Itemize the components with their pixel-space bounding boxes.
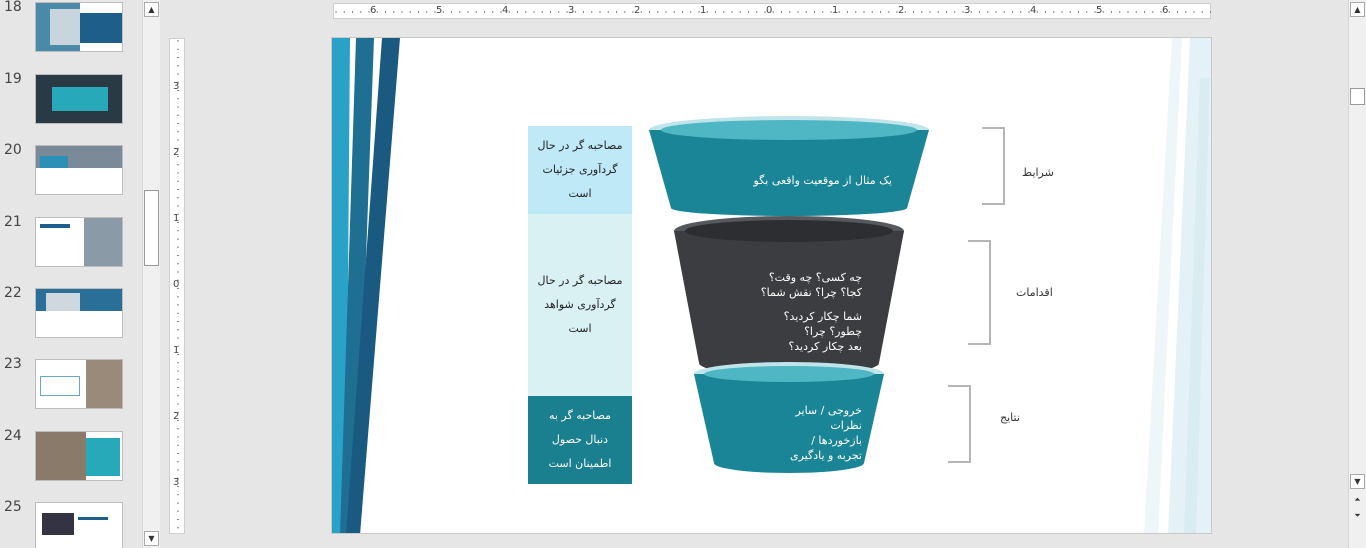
label-results: نتایج (1000, 411, 1020, 424)
slide-thumbnail[interactable] (35, 359, 123, 409)
stage-box-details[interactable]: مصاحبه گر در حال گردآوری جزئیات است (528, 126, 632, 214)
ruler-ticks (335, 11, 1211, 13)
funnel-bottom-text: خروجی / سایر نظرات بازخوردها / تجربه و ی… (762, 403, 862, 463)
slide-thumbnail[interactable] (35, 74, 123, 124)
funnel-middle-opening (685, 220, 893, 242)
vertical-ruler: 3 2 1 0 1 2 3 (169, 38, 185, 534)
slide-number: 21 (4, 214, 22, 230)
ruler-label: 2 (173, 411, 180, 422)
slide-number: 24 (4, 428, 22, 444)
ruler-label: 4 (502, 5, 509, 16)
stage-text: مصاحبه گر به دنبال حصول اطمینان است (548, 409, 612, 470)
stage-box-assurance[interactable]: مصاحبه گر به دنبال حصول اطمینان است (528, 396, 632, 484)
funnel-top-text: یک مثال از موقعیت واقعی بگو (753, 174, 893, 187)
thumbnail-slide-22[interactable]: 22 (0, 285, 142, 346)
bottom-line: تجربه و یادگیری (789, 449, 862, 462)
ruler-label: 2 (634, 5, 641, 16)
slide-number: 19 (4, 71, 22, 87)
thumbnail-slide-20[interactable]: 20 (0, 142, 142, 203)
stage-text: مصاحبه گر در حال گردآوری جزئیات است (537, 139, 623, 200)
stage-text: مصاحبه گر در حال گردآوری شواهد است (537, 274, 623, 335)
ruler-label: 5 (1096, 5, 1103, 16)
slide-number: 22 (4, 285, 22, 301)
ruler-label: 3 (568, 5, 575, 16)
ruler-label: 3 (173, 81, 180, 92)
bracket-conditions (982, 127, 1005, 205)
previous-slide-button[interactable]: ⏶ (1350, 493, 1365, 508)
ruler-label: 2 (173, 147, 180, 158)
slide-thumbnail[interactable] (35, 2, 123, 52)
bottom-line: خروجی / سایر نظرات (795, 404, 862, 432)
bracket-results (948, 385, 971, 463)
thumbnail-slide-19[interactable]: 19 (0, 71, 142, 132)
ruler-label: 0 (173, 279, 180, 290)
thumbnail-slide-25[interactable]: 25 (0, 499, 142, 548)
middle-line: بعد چکار کردید؟ (788, 340, 862, 353)
slide-number: 18 (4, 0, 22, 15)
funnel-middle-text: چه کسی؟ چه وقت؟ کجا؟ چرا؟ نقش شما؟ شما چ… (752, 270, 862, 354)
slide-editor-area[interactable]: 6 5 4 3 2 1 0 1 2 3 4 5 6 3 2 1 0 1 2 3 (162, 0, 1348, 548)
ruler-label: 3 (173, 477, 180, 488)
middle-line: کجا؟ چرا؟ نقش شما؟ (760, 286, 862, 299)
slide-number: 20 (4, 142, 22, 158)
slide-thumbnail[interactable] (35, 145, 123, 195)
ruler-label: 3 (964, 5, 971, 16)
ruler-label: 1 (173, 345, 180, 356)
thumbnail-slide-21[interactable]: 21 (0, 214, 142, 275)
scroll-up-button[interactable]: ▲ (1350, 2, 1365, 17)
funnel-top-body (649, 130, 929, 208)
middle-line: چه کسی؟ چه وقت؟ (768, 271, 862, 284)
presentation-editor: 18 19 20 21 22 23 24 25 ▲ ▼ 6 5 4 3 2 1 … (0, 0, 1366, 548)
ruler-label: 0 (766, 5, 773, 16)
label-conditions: شرایط (1022, 166, 1054, 179)
thumbnail-slide-24[interactable]: 24 (0, 428, 142, 489)
scroll-up-button[interactable]: ▲ (144, 2, 159, 17)
bottom-line: بازخوردها / (811, 434, 862, 447)
scrollbar-thumb[interactable] (1350, 88, 1365, 105)
thumbnail-slide-23[interactable]: 23 (0, 356, 142, 417)
scrollbar-thumb[interactable] (144, 190, 159, 266)
ruler-label: 2 (898, 5, 905, 16)
ruler-label: 1 (700, 5, 707, 16)
ruler-label: 4 (1030, 5, 1037, 16)
bracket-actions (968, 240, 991, 345)
thumbnail-slide-18[interactable]: 18 (0, 0, 142, 60)
slide-number: 23 (4, 356, 22, 372)
slide-thumbnail-pane[interactable]: 18 19 20 21 22 23 24 25 (0, 0, 142, 548)
ruler-label: 6 (1162, 5, 1169, 16)
slide-thumbnail[interactable] (35, 288, 123, 338)
slide-number: 25 (4, 499, 22, 515)
slide-thumbnail[interactable] (35, 502, 123, 548)
funnel-top-base (671, 200, 907, 216)
slide-thumbnail[interactable] (35, 217, 123, 267)
thumbnail-scrollbar[interactable]: ▲ ▼ (142, 0, 160, 548)
slide-canvas[interactable]: مصاحبه گر در حال گردآوری جزئیات است مصاح… (331, 37, 1212, 534)
ruler-label: 1 (173, 213, 180, 224)
ruler-label: 6 (370, 5, 377, 16)
scroll-down-button[interactable]: ▼ (144, 531, 159, 546)
middle-line: چطور؟ چرا؟ (804, 325, 862, 338)
funnel-top-opening (661, 120, 917, 140)
horizontal-ruler: 6 5 4 3 2 1 0 1 2 3 4 5 6 (333, 3, 1211, 19)
label-actions: اقدامات (1016, 286, 1053, 299)
next-slide-button[interactable]: ⏷ (1350, 509, 1365, 524)
middle-line: شما چکار کردید؟ (783, 310, 862, 323)
stage-box-evidence[interactable]: مصاحبه گر در حال گردآوری شواهد است (528, 214, 632, 396)
funnel-bottom-opening (704, 366, 874, 382)
slide-thumbnail[interactable] (35, 431, 123, 481)
ruler-label: 5 (436, 5, 443, 16)
slide-scrollbar[interactable]: ▲ ▼ ⏶ ⏷ (1348, 0, 1366, 548)
ruler-label: 1 (832, 5, 839, 16)
scroll-down-button[interactable]: ▼ (1350, 474, 1365, 489)
